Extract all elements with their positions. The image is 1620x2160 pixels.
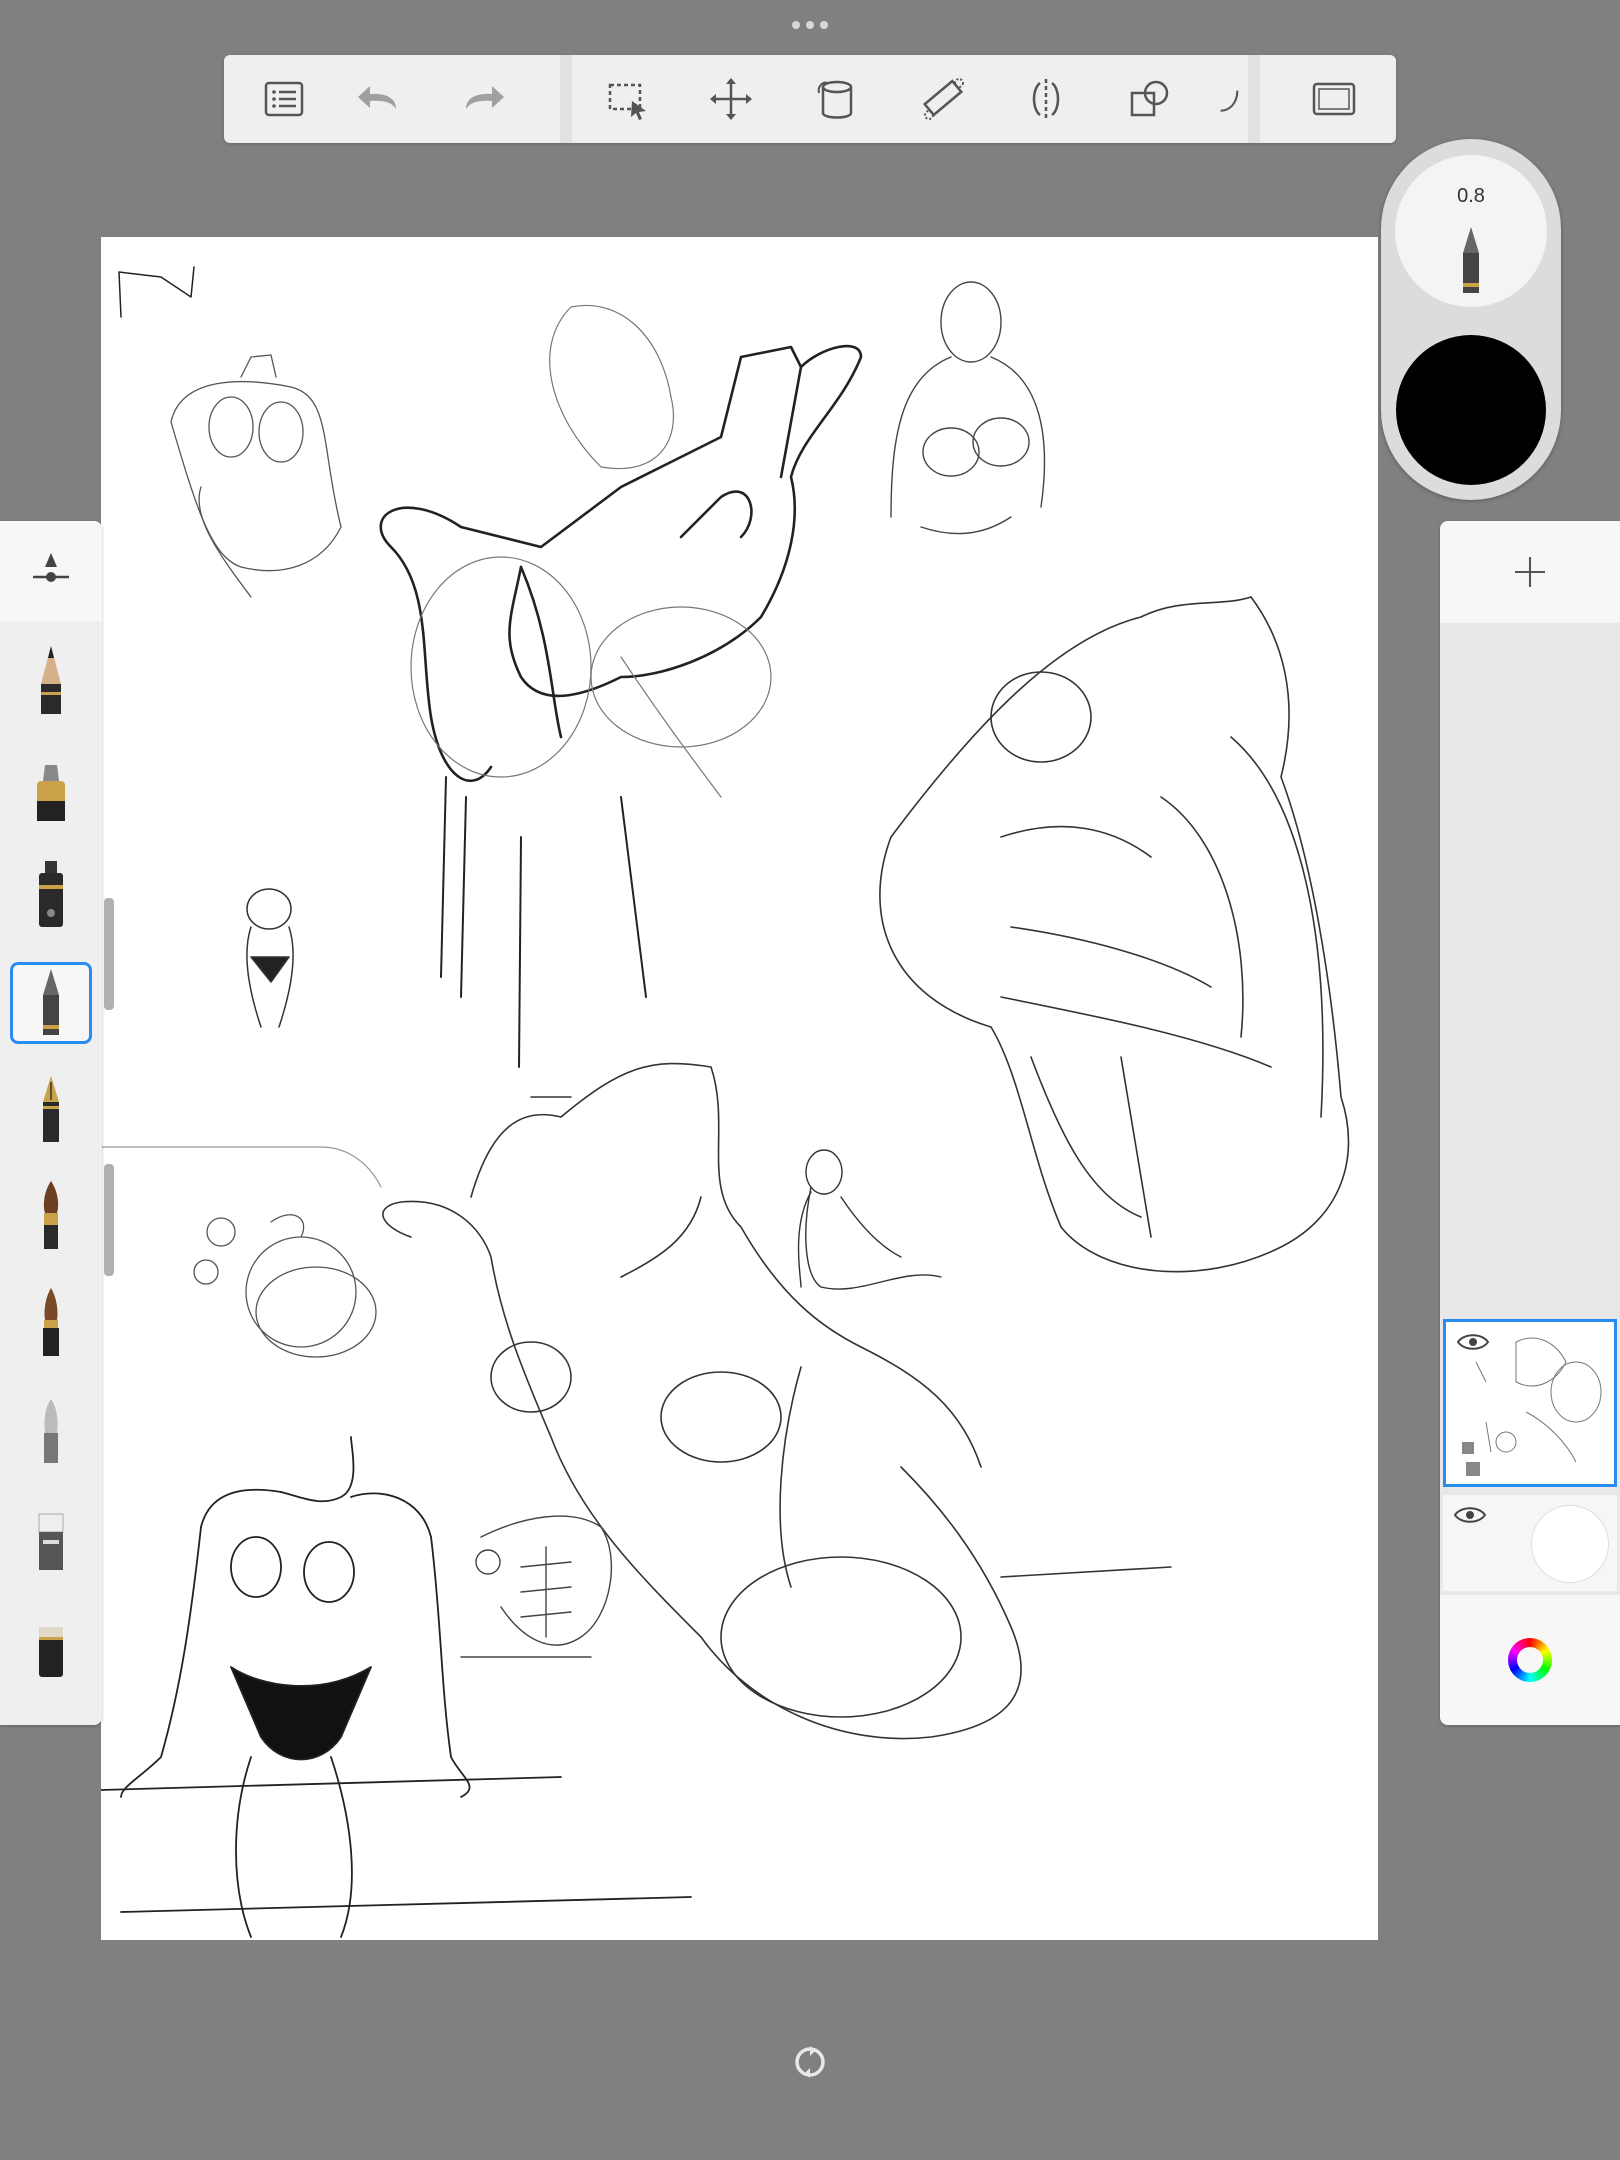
sketch-figure-top-right	[890, 281, 1046, 535]
ballpoint-brush[interactable]	[10, 962, 92, 1044]
sketch-hand	[379, 344, 863, 783]
eye-icon[interactable]	[1453, 1503, 1487, 1527]
undo-button[interactable]	[348, 69, 408, 129]
sketch-abs	[460, 1515, 613, 1658]
pencil-brush[interactable]	[10, 641, 92, 723]
ink-brush-icon	[43, 1288, 59, 1356]
selection-button[interactable]	[598, 69, 658, 129]
marker-icon	[37, 765, 65, 821]
fullscreen-icon	[1312, 82, 1356, 116]
fountain-pen-icon	[43, 1076, 59, 1142]
sketch-torso-large	[879, 596, 1350, 1273]
brush-color-swatch[interactable]	[1396, 335, 1546, 485]
hard-eraser-brush[interactable]	[10, 1604, 92, 1686]
eraser-icon	[38, 1513, 64, 1570]
palette-resize-handle[interactable]	[104, 1164, 114, 1276]
sketch-torso-small	[170, 354, 342, 598]
hard-eraser-icon	[39, 1627, 63, 1677]
ink-brush[interactable]	[10, 1283, 92, 1365]
sketch-figure-tiny	[246, 888, 294, 1028]
redo-icon	[466, 86, 504, 109]
layer-thumbnail-1[interactable]	[1443, 1319, 1617, 1487]
fill-button[interactable]	[807, 69, 867, 129]
list-button[interactable]	[254, 69, 314, 129]
brush-puck[interactable]: 0.8	[1381, 139, 1561, 500]
sketch-artwork	[101, 266, 1350, 1938]
sketch-figure-seated	[101, 1436, 692, 1938]
fill-bucket-icon	[817, 80, 853, 119]
color-wheel-icon	[1508, 1638, 1552, 1682]
airbrush-brush[interactable]	[10, 854, 92, 936]
color-editor-button[interactable]	[1440, 1595, 1620, 1725]
symmetry-button[interactable]	[1016, 69, 1076, 129]
marker-brush[interactable]	[10, 748, 92, 830]
sketch-guide-line	[101, 1146, 382, 1188]
list-icon	[264, 81, 304, 117]
brush-size-value: 0.8	[1457, 185, 1485, 207]
shapes-icon	[1130, 80, 1169, 117]
fountain-pen-brush[interactable]	[10, 1069, 92, 1151]
sketch-figure-sitting	[797, 1149, 942, 1290]
add-layer-button[interactable]	[1440, 521, 1620, 623]
sketch-head-sphere	[193, 1214, 377, 1358]
ballpoint-preview-icon	[1463, 227, 1479, 293]
smudge-icon	[44, 1399, 58, 1463]
transform-icon	[710, 78, 752, 120]
undo-icon	[358, 86, 396, 109]
paintbrush-brush[interactable]	[10, 1176, 92, 1258]
rotate-icon[interactable]	[792, 2044, 828, 2080]
ruler-icon	[922, 78, 964, 120]
paintbrush-icon	[43, 1181, 59, 1249]
selection-icon	[608, 83, 646, 120]
toolbar-separator	[560, 55, 572, 143]
sketch-forearm	[440, 776, 647, 1068]
sketch-stroke	[118, 266, 195, 318]
brush-size-control[interactable]: 0.8	[1395, 155, 1547, 307]
sketch-hand-construction	[410, 304, 772, 798]
airbrush-icon	[39, 861, 63, 927]
brush-properties-icon	[33, 553, 69, 582]
toolbar-separator	[1248, 55, 1260, 143]
more-tools-button[interactable]	[1204, 69, 1244, 129]
sketch-torso-twisted	[382, 1062, 1172, 1740]
fullscreen-button[interactable]	[1304, 69, 1364, 129]
background-color-swatch[interactable]	[1531, 1505, 1609, 1583]
symmetry-icon	[1032, 79, 1060, 119]
brush-properties-button[interactable]	[0, 521, 102, 621]
ballpoint-icon	[43, 969, 59, 1035]
palette-resize-handle[interactable]	[104, 898, 114, 1010]
shapes-button[interactable]	[1120, 69, 1180, 129]
plus-icon	[1515, 557, 1545, 587]
eraser-brush[interactable]	[10, 1497, 92, 1579]
toolbar-handle[interactable]	[786, 18, 834, 32]
pencil-icon	[41, 646, 61, 714]
ruler-button[interactable]	[913, 69, 973, 129]
smudge-brush[interactable]	[10, 1390, 92, 1472]
layers-panel	[1440, 521, 1620, 1725]
background-layer[interactable]	[1443, 1495, 1617, 1591]
more-icon	[1220, 90, 1239, 112]
top-toolbar	[224, 55, 1396, 143]
brush-palette	[0, 521, 102, 1725]
drawing-canvas[interactable]	[101, 237, 1378, 1940]
layer-preview	[1462, 1337, 1602, 1476]
transform-button[interactable]	[701, 69, 761, 129]
redo-button[interactable]	[454, 69, 514, 129]
